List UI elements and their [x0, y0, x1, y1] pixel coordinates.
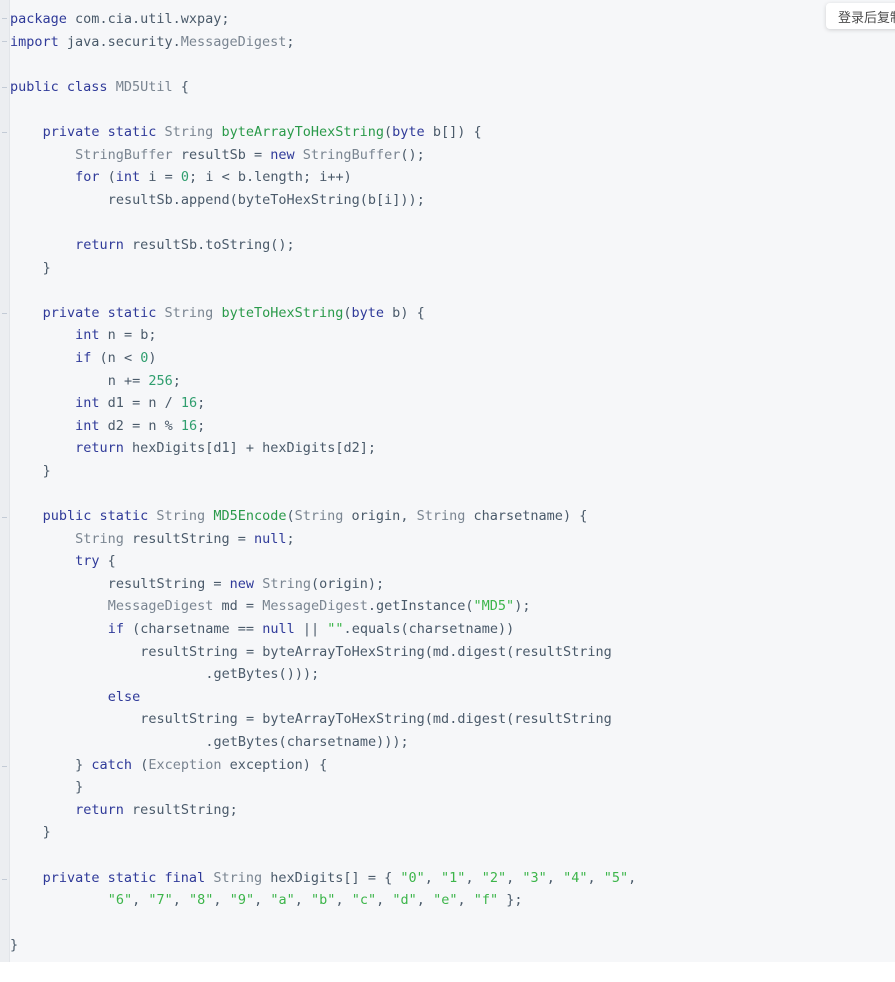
fold-marker: [2, 879, 7, 880]
fold-marker: [2, 313, 7, 314]
fold-marker: [2, 87, 7, 88]
fold-marker: [2, 766, 7, 767]
code-snippet-page: package com.cia.util.wxpay; import java.…: [0, 0, 895, 982]
fold-marker: [2, 132, 7, 133]
fold-marker: [2, 18, 7, 19]
fold-marker: [2, 517, 7, 518]
code-gutter: [0, 0, 10, 962]
copy-code-button[interactable]: 登录后复制: [826, 3, 895, 29]
code-block: package com.cia.util.wxpay; import java.…: [0, 0, 895, 962]
fold-marker: [2, 41, 7, 42]
code-content[interactable]: package com.cia.util.wxpay; import java.…: [10, 0, 895, 957]
